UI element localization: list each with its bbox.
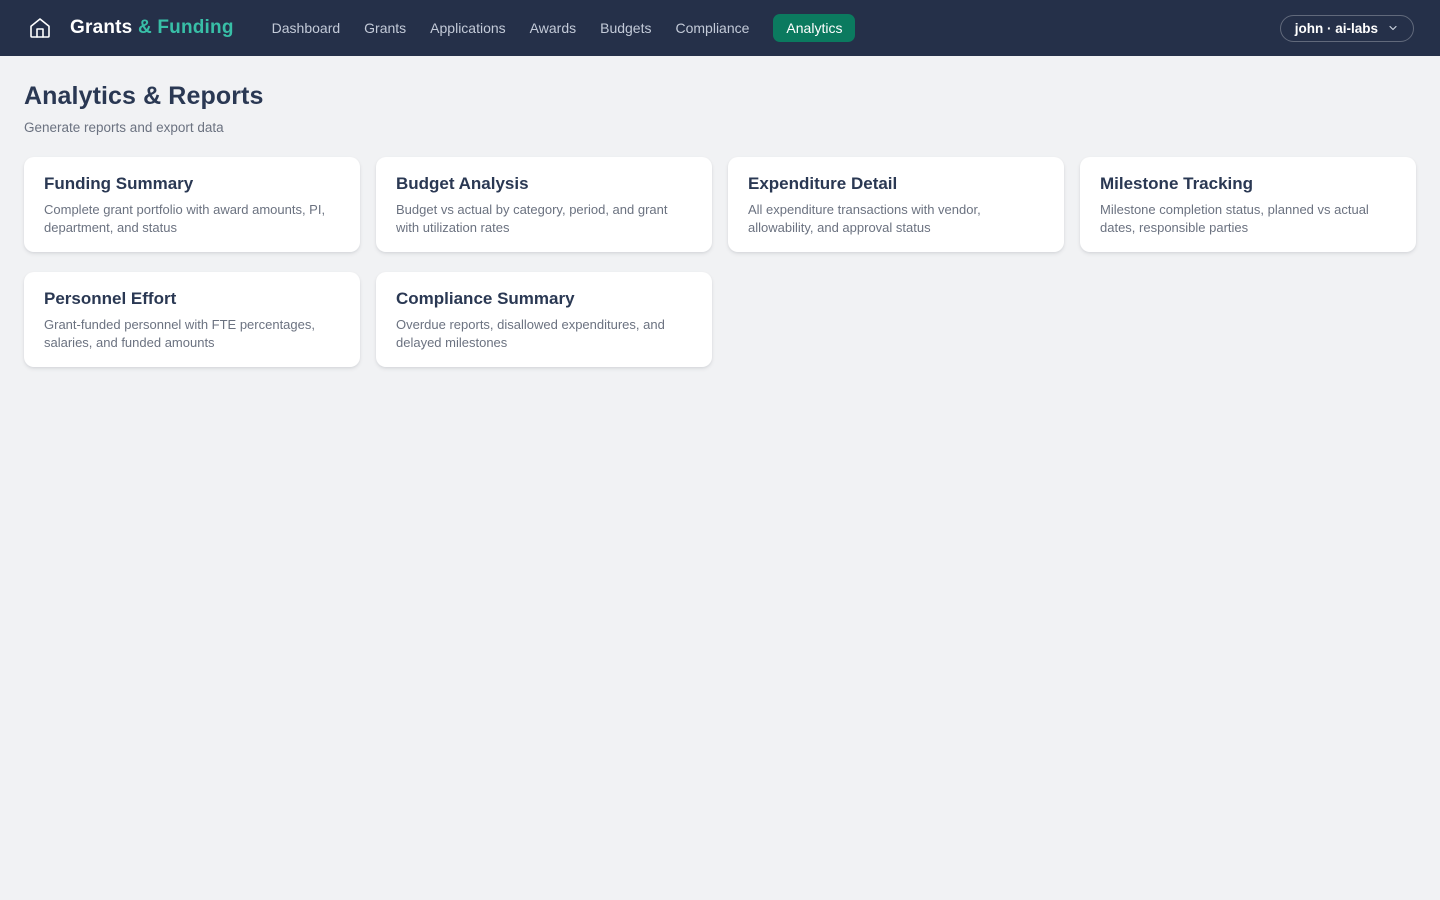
- report-card[interactable]: Personnel Effort Grant-funded personnel w…: [24, 271, 360, 367]
- report-card-title: Budget Analysis: [396, 174, 529, 193]
- report-card-description: All expenditure transactions with vendor…: [748, 202, 981, 235]
- report-card-description: Budget vs actual by category, period, an…: [396, 202, 668, 235]
- report-card-title: Personnel Effort: [44, 288, 177, 308]
- user-menu-button[interactable]: john · ai-labs: [1279, 14, 1414, 42]
- report-card-title: Milestone Tracking: [1100, 174, 1254, 193]
- report-card-description: Milestone completion status, planned vs …: [1100, 202, 1369, 235]
- report-card[interactable]: Expenditure Detail All expenditure transa…: [728, 157, 1064, 252]
- report-card-title: Compliance Summary: [396, 288, 575, 308]
- app-logo-accent: & Funding: [137, 17, 234, 38]
- report-grid: Funding Summary Complete grant portfolio …: [24, 157, 1416, 367]
- nav-item-awards[interactable]: Awards: [530, 14, 576, 42]
- nav-item-budgets[interactable]: Budgets: [600, 14, 651, 42]
- report-card-description: Overdue reports, disallowed expenditures…: [396, 316, 665, 350]
- report-card[interactable]: Compliance Summary Overdue reports, disal…: [376, 271, 712, 367]
- home-icon: [28, 16, 52, 40]
- report-card-title: Expenditure Detail: [748, 174, 898, 193]
- nav-item-analytics[interactable]: Analytics: [773, 14, 856, 42]
- user-menu-label: john · ai-labs: [1294, 20, 1378, 36]
- report-card[interactable]: Budget Analysis Budget vs actual by categ…: [376, 157, 712, 252]
- report-card-description: Complete grant portfolio with award amou…: [44, 202, 326, 235]
- page-title: Analytics & Reports: [24, 82, 264, 110]
- app-logo-primary: Grants: [70, 17, 133, 38]
- report-card-title: Funding Summary: [44, 174, 194, 193]
- report-card[interactable]: Milestone Tracking Milestone completion s…: [1080, 157, 1416, 252]
- report-card-description: Grant-funded personnel with FTE percenta…: [44, 316, 315, 350]
- nav-item-dashboard[interactable]: Dashboard: [272, 14, 341, 42]
- nav-item-compliance[interactable]: Compliance: [675, 14, 749, 42]
- main-content: Analytics & Reports Generate reports and…: [0, 56, 1440, 393]
- report-card[interactable]: Funding Summary Complete grant portfolio …: [24, 157, 360, 252]
- nav-item-applications[interactable]: Applications: [430, 14, 506, 42]
- primary-nav: Dashboard Grants Applications Awards Budgets…: [272, 14, 856, 42]
- page-subtitle: Generate reports and export data: [24, 120, 224, 135]
- home-button[interactable]: [26, 14, 54, 42]
- chevron-down-icon: [1387, 22, 1399, 34]
- top-navbar: Grants & Funding Dashboard Grants Applicat…: [0, 0, 1440, 56]
- nav-item-grants[interactable]: Grants: [364, 14, 406, 42]
- app-logo: Grants & Funding: [70, 17, 234, 39]
